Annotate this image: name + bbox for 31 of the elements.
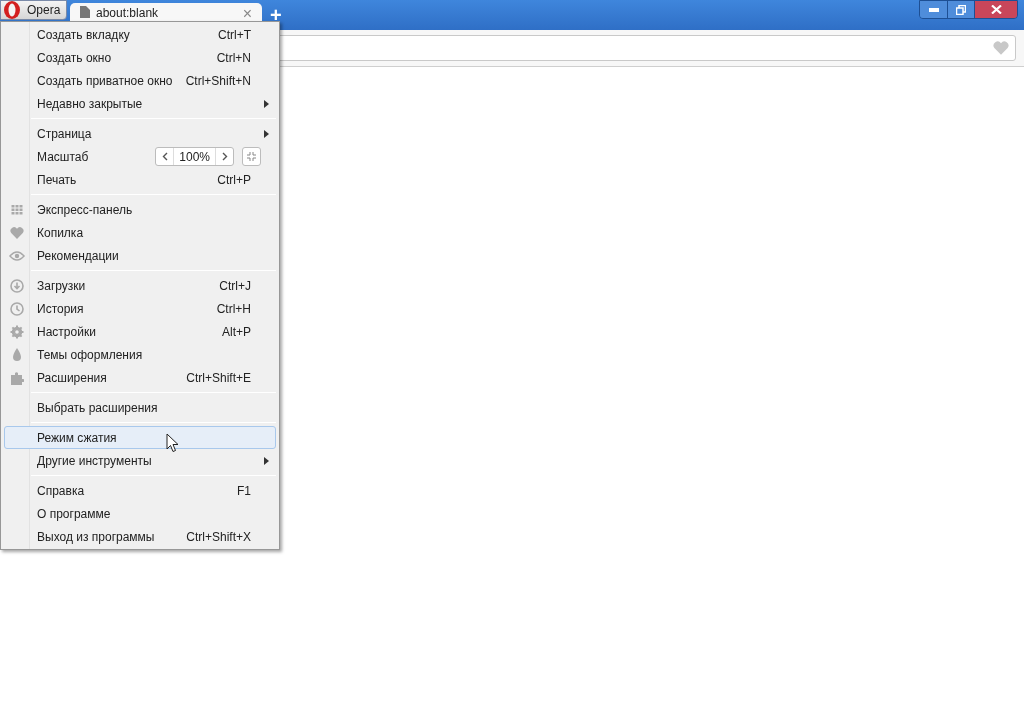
menu-item-label: Недавно закрытые [37, 95, 143, 113]
shortcut-text: Ctrl+Shift+N [185, 72, 251, 90]
zoom-value: 100% [178, 148, 211, 166]
menu-item-label: Масштаб [37, 148, 89, 166]
menu-item-label: Рекомендации [37, 247, 119, 265]
menu-item-label: Создать окно [37, 49, 112, 67]
menu-item-label: Печать [37, 171, 77, 189]
menu-item-label: Экспресс-панель [37, 201, 133, 219]
shortcut-text: Alt+P [222, 323, 251, 341]
menu-item-label: Загрузки [37, 277, 86, 295]
menu-item-label: Справка [37, 482, 85, 500]
shortcut-text: Ctrl+J [219, 277, 251, 295]
menu-item-label: Расширения [37, 369, 107, 387]
menu-item-label: Настройки [37, 323, 96, 341]
shortcut-text: Ctrl+P [217, 171, 251, 189]
shortcut-text: Ctrl+H [216, 300, 251, 318]
menu-item-label: Выход из программы [37, 528, 155, 546]
menu-item-label: Выбрать расширения [37, 399, 158, 417]
menu-item-label: Режим сжатия [37, 429, 117, 447]
menu-item-label: Создать приватное окно [37, 72, 173, 90]
shortcut-text: Ctrl+N [216, 49, 251, 67]
menu-item-label: О программе [37, 505, 111, 523]
menu-item-label: История [37, 300, 84, 318]
menu-item-label: Страница [37, 125, 92, 143]
menu-item-label: Копилка [37, 224, 84, 242]
shortcut-text: Ctrl+Shift+E [186, 369, 251, 387]
shortcut-text: Ctrl+Shift+X [186, 528, 251, 546]
menu-item-label: Другие инструменты [37, 452, 152, 470]
shortcut-text: F1 [237, 482, 251, 500]
tab-title: about:blank [96, 6, 160, 20]
menu-item-label: Темы оформления [37, 346, 143, 364]
